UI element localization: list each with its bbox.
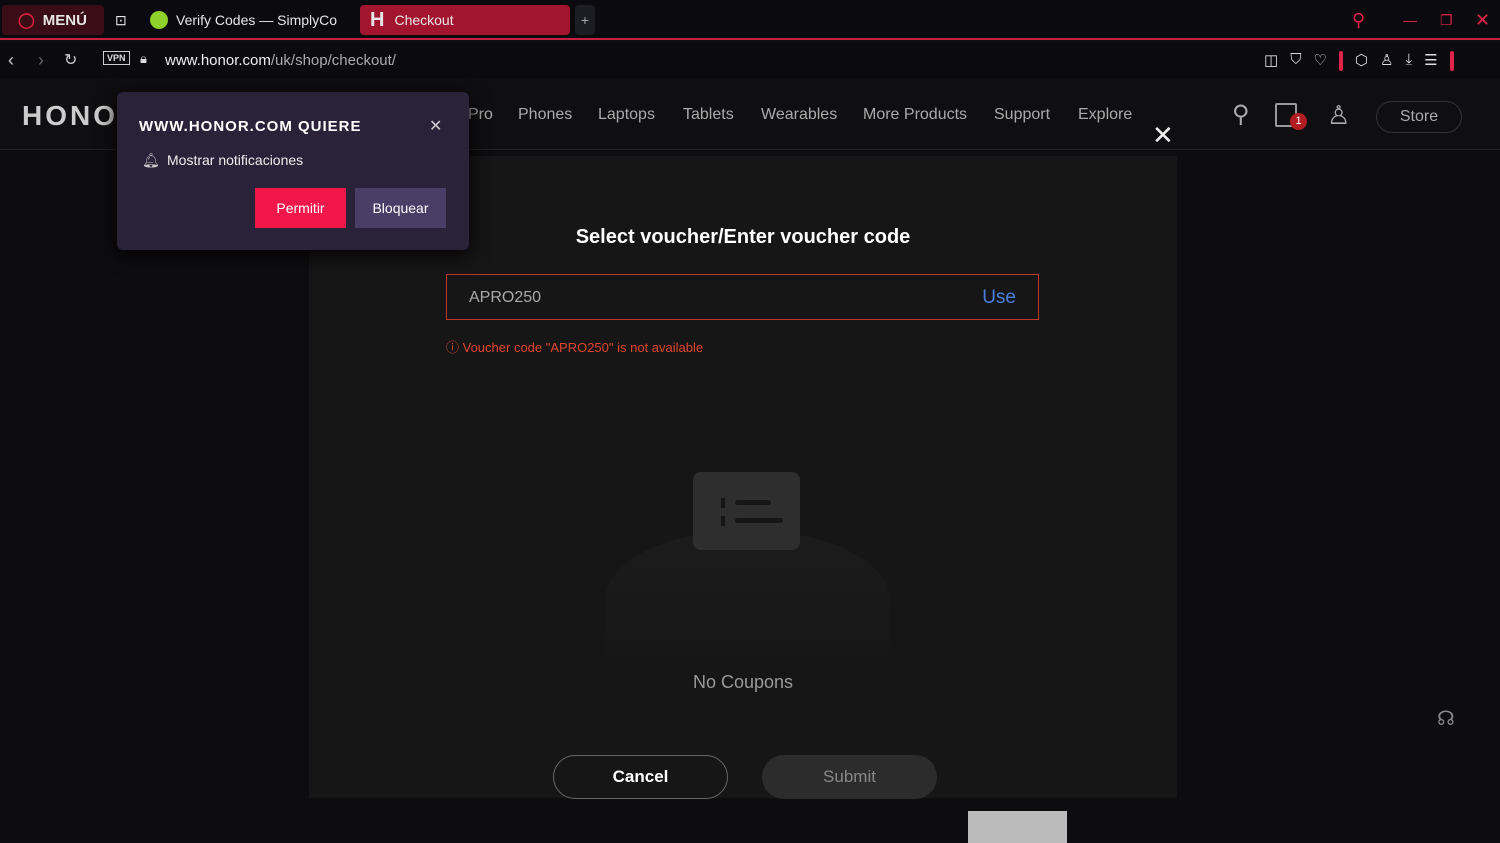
reload-icon[interactable]: ↻ (64, 50, 77, 70)
cube-icon[interactable]: ⬡ (1355, 51, 1368, 71)
customer-service-icon[interactable]: ☊ (1437, 706, 1455, 731)
block-button[interactable]: Bloquear (355, 188, 446, 228)
opera-logo-icon: ◯ (18, 12, 35, 29)
coupon-icon (693, 472, 800, 550)
browser-menu-button[interactable]: ◯ MENÚ (2, 5, 104, 35)
nav-wearables[interactable]: Wearables (761, 106, 837, 124)
bell-icon: 🔔︎ (142, 152, 160, 168)
url-path: /uk/shop/checkout/ (270, 52, 396, 69)
profile-icon[interactable]: ♙ (1380, 51, 1393, 71)
nav-phones[interactable]: Phones (518, 106, 572, 124)
nav-tablets[interactable]: Tablets (683, 106, 734, 124)
lock-icon[interactable]: 🔒︎ (140, 51, 147, 67)
settings-icon[interactable]: ☰ (1424, 51, 1437, 71)
voucher-code-value: APRO250 (469, 289, 542, 306)
honor-favicon-icon: H (370, 8, 385, 31)
sidebar-divider (1449, 51, 1454, 71)
sidebar-divider (1338, 51, 1343, 71)
popup-message: Mostrar notificaciones (167, 152, 304, 168)
notification-permission-popup: WWW.HONOR.COM QUIERE ✕ 🔔︎ Mostrar notifi… (117, 92, 469, 250)
popup-title: WWW.HONOR.COM QUIERE (139, 118, 362, 135)
forward-icon[interactable]: › (38, 50, 44, 71)
gaming-icon[interactable]: ⊡ (115, 5, 135, 35)
empty-illustration-bg (605, 530, 890, 670)
account-icon[interactable]: ♙ (1327, 100, 1350, 131)
shield-icon[interactable]: ⛉ (1290, 51, 1301, 71)
nav-pro[interactable]: Pro (468, 106, 493, 124)
close-window-button[interactable]: ✕ (1475, 5, 1490, 35)
nav-support[interactable]: Support (994, 106, 1050, 124)
tab-checkout[interactable]: H Checkout (360, 5, 570, 35)
restore-button[interactable]: ❐ (1440, 5, 1453, 35)
cart-badge: 1 (1290, 113, 1307, 130)
tab-bar: ◯ MENÚ ⊡ Verify Codes — SimplyCo H Checkou… (0, 0, 1500, 40)
warning-icon: ⓘ (446, 340, 463, 355)
nav-laptops[interactable]: Laptops (598, 106, 655, 124)
menu-label: MENÚ (42, 11, 87, 29)
simplycodes-icon (150, 11, 168, 29)
back-icon[interactable]: ‹ (8, 50, 14, 71)
tab-verify-codes[interactable]: Verify Codes — SimplyCo (150, 5, 345, 35)
submit-button[interactable]: Submit (762, 755, 937, 799)
tab-label: Verify Codes — SimplyCo (176, 12, 338, 28)
cancel-button[interactable]: Cancel (553, 755, 728, 799)
popup-close-icon[interactable]: ✕ (429, 116, 442, 136)
minimize-button[interactable]: — (1403, 5, 1417, 35)
error-text: Voucher code "APRO250" is not available (462, 340, 704, 355)
product-thumbnail (968, 811, 1067, 843)
voucher-error: ⓘ Voucher code "APRO250" is not availabl… (446, 337, 703, 356)
new-tab-button[interactable]: + (575, 5, 595, 35)
close-modal-icon[interactable]: ✕ (1152, 120, 1174, 151)
honor-logo[interactable]: HONO (22, 100, 118, 132)
download-icon[interactable]: ⤓ (1405, 51, 1412, 71)
voucher-input[interactable]: APRO250 Use (446, 274, 1039, 320)
vpn-badge[interactable]: VPN (103, 51, 130, 65)
url-host: www.honor.com (165, 52, 271, 69)
tab-label: Checkout (394, 12, 454, 28)
search-tabs-icon[interactable]: ⚲ (1352, 5, 1365, 35)
nav-explore[interactable]: Explore (1078, 106, 1132, 124)
store-button[interactable]: Store (1376, 101, 1462, 133)
heart-icon[interactable]: ♡ (1313, 51, 1326, 71)
nav-more-products[interactable]: More Products (863, 106, 967, 124)
address-bar: ‹ › ↻ VPN 🔒︎ www.honor.com/uk/shop/check… (0, 42, 1500, 78)
allow-button[interactable]: Permitir (255, 188, 346, 228)
use-button[interactable]: Use (982, 287, 1016, 309)
search-icon[interactable]: ⚲ (1232, 100, 1250, 129)
url-field[interactable]: www.honor.com/uk/shop/checkout/ (165, 52, 396, 69)
camera-icon[interactable]: ◫ (1264, 51, 1278, 71)
no-coupons-text: No Coupons (692, 672, 794, 692)
